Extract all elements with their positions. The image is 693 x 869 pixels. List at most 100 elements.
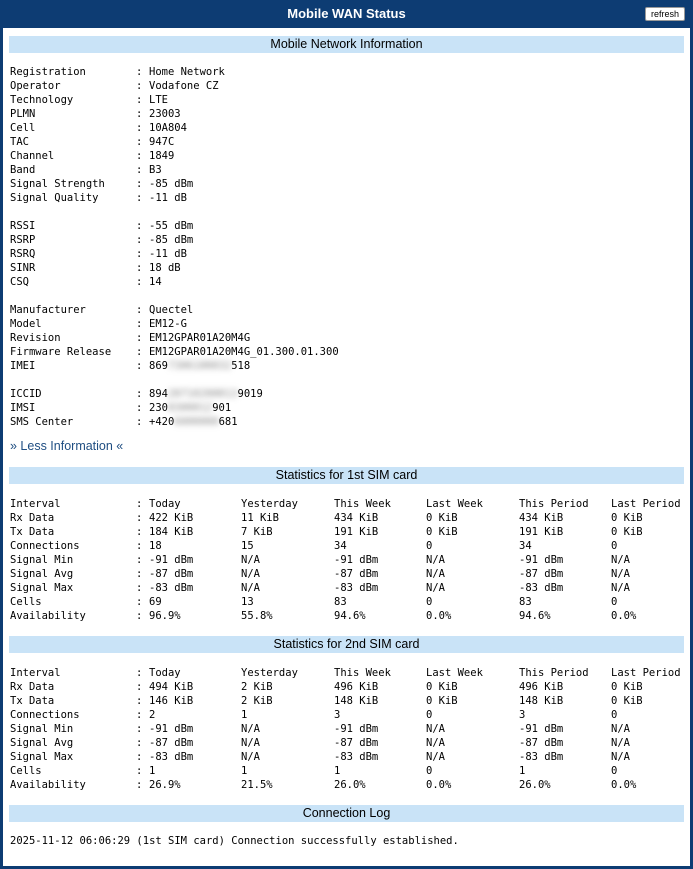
info-label: RSRP [10,234,36,246]
table-cell: N/A [426,751,445,763]
info-row: IMEI:8697306100032518 [10,359,339,373]
info-value-text: Vodafone CZ [149,80,219,92]
table-cell: N/A [611,568,630,580]
table-cell: -87 dBm [334,568,379,580]
table-row: Tx Data:184 KiB 7 KiB 191 KiB 0 KiB 191 KiB 0… [10,525,686,539]
less-information-link[interactable]: » Less Information « [10,439,123,453]
row-label: Signal Min [10,554,74,566]
separator: : [136,402,143,414]
separator: : [136,596,143,608]
info-value-text: -85 dBm [149,234,194,246]
table-cell: -87 dBm [519,737,564,749]
section-header-sim1: Statistics for 1st SIM card [9,467,684,484]
table-cell: N/A [241,568,260,580]
table-row: Availability:26.9% 21.5% 26.0% 0.0% 26.0% 0.0… [10,778,686,792]
separator: : [136,667,143,679]
table-cell: N/A [611,737,630,749]
info-value: 1849 [149,149,174,163]
log-entry: 2025-11-12 06:06:29 (1st SIM card) Conne… [10,835,459,847]
info-value-suffix: 518 [231,360,251,372]
info-value-text: EM12GPAR01A20M4G [149,332,251,344]
separator: : [136,80,143,92]
table-cell: 146 KiB [149,695,194,707]
info-value: 8697306100032518 [149,359,250,373]
table-cell: 2 KiB [241,681,273,693]
info-value-text: 869 [149,360,168,372]
table-cell: 96.9% [149,610,181,622]
section-header-network: Mobile Network Information [9,36,684,53]
table-cell: 3 [519,709,526,721]
table-cell: Last Period [611,667,681,679]
table-row: Availability:96.9% 55.8% 94.6% 0.0% 94.6% 0.0… [10,609,686,623]
table-cell: 0 [611,765,618,777]
info-value-text: 23003 [149,108,181,120]
separator: : [136,723,143,735]
redacted-digits: 20710200013 [167,388,238,400]
table-cell: 11 KiB [241,512,279,524]
redacted-digits: 0300012 [167,402,213,414]
info-row: Model: EM12-G [10,317,339,331]
separator: : [136,709,143,721]
info-row: PLMN:23003 [10,107,339,121]
table-row: Connections:2 1 3 0 3 0 [10,708,686,722]
table-cell: -87 dBm [149,568,194,580]
network-info-list: Registration: Home Network Operator: Vodafo… [10,65,339,429]
table-cell: 21.5% [241,779,273,791]
table-row: Signal Min: -91 dBm N/A -91 dBm N/A -91 dBm N/… [10,553,686,567]
row-label: Connections [10,540,80,552]
info-value-text: 1849 [149,150,175,162]
info-row: SMS Center: +4206000000681 [10,415,339,429]
table-cell: 0.0% [611,610,637,622]
section-header-log: Connection Log [9,805,684,822]
info-label: SMS Center [10,416,74,428]
table-cell: N/A [426,737,445,749]
info-value: 14 [149,275,162,289]
table-cell: 0 KiB [611,681,643,693]
info-value-text: 18 dB [149,262,181,274]
table-cell: This Period [519,498,589,510]
separator: : [136,318,143,330]
table-cell: N/A [241,751,260,763]
info-label: Signal Quality [10,192,99,204]
separator: : [136,164,143,176]
separator: : [136,220,143,232]
info-label: Registration [10,66,86,78]
info-label: Cell [10,122,36,134]
separator: : [136,540,143,552]
table-header-row: Interval: Today Yesterday This Week Last Wee… [10,497,686,511]
info-value-text: B3 [149,164,162,176]
sim1-stats-table: Interval: Today Yesterday This Week Last Wee… [10,497,686,623]
info-value-text: EM12GPAR01A20M4G_01.300.01.300 [149,346,339,358]
separator: : [136,554,143,566]
separator: : [136,94,143,106]
table-cell: -83 dBm [519,582,564,594]
separator: : [136,122,143,134]
table-cell: 0 KiB [426,512,458,524]
table-cell: 3 [334,709,341,721]
table-cell: N/A [241,582,260,594]
separator: : [136,304,143,316]
row-label: Rx Data [10,681,55,693]
info-row: Channel:1849 [10,149,339,163]
table-cell: -91 dBm [334,554,379,566]
info-value: -55 dBm [149,219,193,233]
info-value-text: -55 dBm [149,220,194,232]
table-cell: 1 [241,765,248,777]
info-row: Revision: EM12GPAR01A20M4G [10,331,339,345]
row-label: Interval [10,667,61,679]
table-cell: 34 [334,540,347,552]
info-value-suffix: 9019 [237,388,263,400]
info-value: LTE [149,93,168,107]
table-cell: 0 KiB [426,681,458,693]
info-value: -11 dB [149,191,187,205]
refresh-button[interactable]: refresh [644,7,685,21]
table-cell: -83 dBm [149,582,194,594]
table-cell: -83 dBm [519,751,564,763]
table-cell: 496 KiB [334,681,379,693]
info-value: -85 dBm [149,177,193,191]
info-row: CSQ:14 [10,275,339,289]
table-cell: N/A [426,723,445,735]
table-cell: N/A [611,751,630,763]
row-label: Cells [10,765,42,777]
separator: : [136,66,143,78]
